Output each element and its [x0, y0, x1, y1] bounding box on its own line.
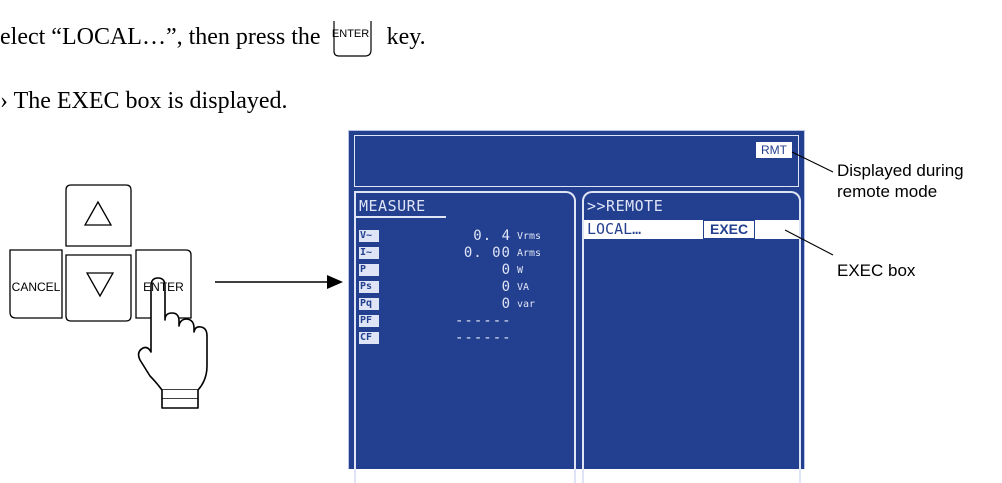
measure-value: 0. 00	[463, 245, 511, 261]
instruction-text-end: key.	[386, 24, 426, 50]
remote-title: >>REMOTE	[587, 197, 664, 215]
measure-panel: MEASURE V~ 0. 4 Vrms I~ 0. 00 Arms P 0 W…	[354, 191, 576, 483]
callout-remote-mode: Displayed during remote mode	[837, 160, 964, 202]
enter-key-icon: ENTER	[331, 20, 377, 58]
measure-tag: PF	[359, 315, 379, 327]
measure-unit: W	[517, 265, 524, 276]
keypad-outline	[9, 184, 208, 409]
measure-tag: CF	[359, 332, 379, 344]
local-label: LOCAL…	[587, 220, 642, 238]
measure-tag: V~	[359, 230, 379, 242]
up-arrow-icon	[83, 200, 113, 226]
measure-title: MEASURE	[359, 197, 426, 215]
down-key-shape	[65, 254, 132, 322]
measure-unit: VA	[517, 282, 530, 293]
measure-title-underline	[356, 216, 446, 218]
measure-row-current: I~ 0. 00 Arms	[359, 245, 569, 261]
down-arrow-icon	[85, 272, 115, 298]
up-key-shape	[65, 184, 132, 247]
measure-row-crest-factor: CF ------	[359, 330, 569, 346]
measure-value: ------	[455, 313, 512, 329]
arrow-glyph: ›	[0, 88, 8, 114]
instruction-text: elect “LOCAL…”, then press the	[0, 24, 321, 50]
callout-leaders	[784, 151, 834, 256]
measure-value: 0	[501, 279, 511, 295]
measure-row-apparent-power: Ps 0 VA	[359, 279, 569, 295]
measure-tag: Pq	[359, 298, 379, 310]
remote-panel: >>REMOTE LOCAL… EXEC	[582, 191, 801, 483]
measure-row-power: P 0 W	[359, 262, 569, 278]
result-text: The EXEC box is displayed.	[13, 88, 288, 114]
enter-key-label: ENTER	[331, 28, 370, 40]
measure-unit: var	[517, 299, 536, 310]
enter-key-label: ENTER	[143, 280, 184, 294]
measure-value: 0. 4	[473, 228, 511, 244]
measure-row-voltage: V~ 0. 4 Vrms	[359, 228, 569, 244]
measure-tag: Ps	[359, 281, 379, 293]
hand-icon	[137, 277, 208, 409]
measure-unit: Arms	[517, 248, 542, 259]
lcd-screen: RMT MEASURE V~ 0. 4 Vrms I~ 0. 00 Arms P…	[348, 130, 805, 483]
measure-row-reactive-power: Pq 0 var	[359, 296, 569, 312]
measure-value: 0	[501, 296, 511, 312]
cancel-key-label: CANCEL	[11, 280, 61, 294]
exec-box[interactable]: EXEC	[703, 220, 756, 239]
measure-tag: P	[359, 264, 379, 276]
measure-value: ------	[455, 330, 512, 346]
measure-row-power-factor: PF ------	[359, 313, 569, 329]
instruction-result: › The EXEC box is displayed.	[0, 88, 288, 115]
measure-value: 0	[501, 262, 511, 278]
keypad-illustration: CANCEL ENTER	[0, 180, 230, 420]
measure-unit: Vrms	[517, 231, 542, 242]
callout-line: remote mode	[837, 182, 938, 201]
status-area: RMT	[354, 135, 799, 187]
instruction-step: elect “LOCAL…”, then press the ENTER key…	[0, 20, 426, 58]
callout-exec-box: EXEC box	[837, 261, 916, 280]
arrow-right-icon	[215, 275, 343, 289]
local-menu-item[interactable]: LOCAL… EXEC	[584, 220, 799, 239]
measure-tag: I~	[359, 247, 379, 259]
callout-line: Displayed during	[837, 161, 964, 180]
